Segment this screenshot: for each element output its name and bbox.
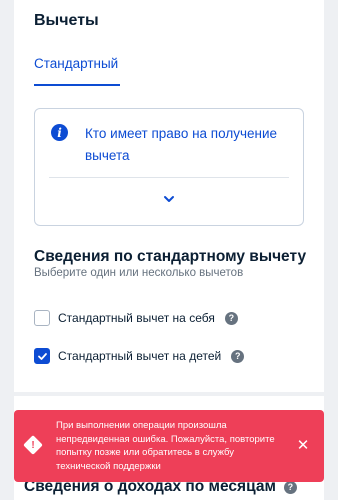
eligibility-link[interactable]: Кто имеет право на получение вычета bbox=[85, 123, 295, 167]
info-icon: i bbox=[51, 124, 68, 141]
self-deduction-label: Стандартный вычет на себя bbox=[58, 311, 215, 325]
option-self-row[interactable]: Стандартный вычет на себя ? bbox=[34, 309, 238, 327]
deductions-title: Вычеты bbox=[34, 12, 99, 29]
chevron-down-icon[interactable] bbox=[162, 192, 176, 206]
warning-mark: ! bbox=[31, 439, 35, 451]
children-deduction-checkbox[interactable] bbox=[34, 348, 50, 364]
help-icon[interactable]: ? bbox=[283, 480, 297, 494]
eligibility-accordion[interactable]: i Кто имеет право на получение вычета bbox=[34, 108, 304, 226]
standard-deduction-title: Сведения по стандартному вычету bbox=[34, 248, 307, 265]
self-deduction-checkbox[interactable] bbox=[34, 310, 50, 326]
tab-active-indicator bbox=[34, 84, 120, 86]
checkmark-icon bbox=[37, 352, 47, 360]
standard-deduction-hint: Выберите один или несколько вычетов bbox=[34, 267, 244, 279]
toast-message: При выполнении операции произошла непред… bbox=[56, 420, 275, 472]
error-toast: ! При выполнении операции произошла непр… bbox=[14, 410, 324, 482]
option-children-row[interactable]: Стандартный вычет на детей ? bbox=[34, 347, 245, 365]
help-icon[interactable]: ? bbox=[224, 311, 238, 325]
deductions-card: Вычеты Стандартный i Кто имеет право на … bbox=[14, 0, 324, 392]
children-deduction-label: Стандартный вычет на детей bbox=[58, 349, 222, 363]
divider bbox=[49, 177, 289, 178]
close-icon[interactable]: ✕ bbox=[296, 438, 310, 453]
tab-standard[interactable]: Стандартный bbox=[34, 56, 118, 71]
help-icon[interactable]: ? bbox=[231, 349, 245, 363]
